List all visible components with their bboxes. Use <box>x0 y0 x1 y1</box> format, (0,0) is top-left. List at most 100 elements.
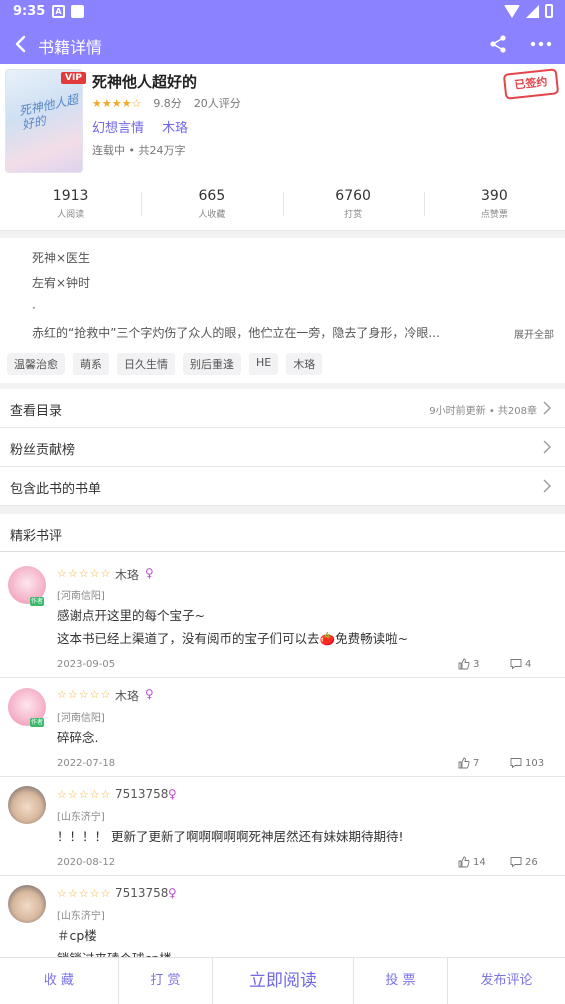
review-text: ！！！！ 更新了更新了啊啊啊啊啊死神居然还有妹妹期待期待! <box>57 825 404 848</box>
category-link[interactable]: 幻想言情 <box>92 121 144 136</box>
review-text: 碎碎念. <box>57 726 98 749</box>
menu-label: 粉丝贡献榜 <box>10 443 76 458</box>
expand-all-button[interactable]: 展开全部 <box>514 326 554 341</box>
level-badge: 作者 <box>30 718 44 727</box>
review-text: ＃cp楼 锁锁过来磕个球cp楼 <box>57 924 172 957</box>
rating-stars-icon: ★★★★☆ <box>92 96 142 110</box>
review-date: 2023-09-05 <box>57 659 116 670</box>
menu-extra: 9小时前更新 • 共208章 <box>429 406 537 417</box>
cover-title-art: 死神他人超好的 <box>17 92 80 133</box>
chevron-right-icon <box>543 401 551 415</box>
reviewer-location: [山东济宁] <box>57 812 105 823</box>
comment-button[interactable]: 4 <box>510 658 531 670</box>
back-arrow-icon[interactable] <box>10 33 32 55</box>
like-count: 3 <box>473 658 480 670</box>
read-now-button[interactable]: 立即阅读 <box>212 958 353 1004</box>
reviewer-location: [河南信阳] <box>57 591 105 602</box>
author-link[interactable]: 木珞 <box>162 121 188 136</box>
stat-votes: 390 点赞票 <box>423 182 565 230</box>
signal-icon <box>526 4 539 18</box>
book-meta-links: 幻想言情 木珞 <box>92 117 202 136</box>
post-comment-button[interactable]: 发布评论 <box>447 958 565 1004</box>
reviewer-name[interactable]: 7513758 <box>115 787 168 801</box>
female-icon: ♀ <box>168 787 177 801</box>
review-item[interactable]: 作者 ☆☆☆☆☆ 木珞 ♀ [河南信阳] 碎碎念. 2022-07-18 7 1… <box>0 678 565 777</box>
comment-count: 103 <box>525 757 545 769</box>
review-stars-icon: ☆☆☆☆☆ <box>57 788 112 801</box>
tag[interactable]: 温馨治愈 <box>7 353 65 375</box>
comment-icon <box>510 659 522 670</box>
avatar[interactable] <box>8 786 46 824</box>
tip-button[interactable]: 打 赏 <box>118 958 212 1004</box>
status-bar: 9:35 A <box>0 0 565 24</box>
reviewer-name[interactable]: 7513758 <box>115 886 168 900</box>
menu-row-booklists[interactable]: 包含此书的书单 <box>0 467 565 506</box>
menu-label: 查看目录 <box>10 404 63 419</box>
review-item[interactable]: ☆☆☆☆☆ 7513758 ♀ [山东济宁] ！！！！ 更新了更新了啊啊啊啊啊死… <box>0 777 565 876</box>
menu-row-catalog[interactable]: 查看目录 9小时前更新 • 共208章 <box>0 389 565 428</box>
book-status: 连载中 • 共24万字 <box>92 144 186 157</box>
tag[interactable]: HE <box>249 353 279 375</box>
stat-favorites: 665 人收藏 <box>141 182 282 230</box>
thumb-up-icon <box>458 856 470 868</box>
share-icon[interactable] <box>487 33 509 55</box>
comment-count: 26 <box>525 856 538 868</box>
stat-value: 1913 <box>52 188 89 204</box>
tag-list: 温馨治愈 萌系 日久生情 别后重逢 HE 木珞 <box>7 353 323 375</box>
bottom-action-bar: 收 藏 打 赏 立即阅读 投 票 发布评论 <box>0 957 565 1004</box>
review-line: 锁锁过来磕个球cp楼 <box>57 947 172 957</box>
like-button[interactable]: 3 <box>458 658 479 670</box>
comment-icon <box>510 857 522 868</box>
comment-button[interactable]: 103 <box>510 757 544 769</box>
description-line: 左宥×钟时 <box>32 276 91 290</box>
more-icon[interactable] <box>529 33 553 55</box>
status-time: 9:35 <box>13 4 46 19</box>
review-line: 碎碎念. <box>57 730 99 745</box>
section-divider <box>0 506 565 514</box>
wifi-icon <box>504 4 520 18</box>
stat-label: 打赏 <box>344 210 363 220</box>
vote-button[interactable]: 投 票 <box>353 958 447 1004</box>
review-date: 2020-08-12 <box>57 857 116 868</box>
stat-label: 点赞票 <box>480 210 508 220</box>
comment-button[interactable]: 26 <box>510 856 538 868</box>
signed-stamp: 已签约 <box>502 68 560 100</box>
menu-label: 包含此书的书单 <box>10 482 102 497</box>
like-button[interactable]: 7 <box>458 757 479 769</box>
tag[interactable]: 萌系 <box>73 353 109 375</box>
avatar[interactable] <box>8 885 46 923</box>
book-description[interactable]: 死神×医生 左宥×钟时 · 赤红的“抢救中”三个字灼伤了众人的眼，他伫立在一旁，… <box>32 248 482 348</box>
description-line: 赤红的“抢救中”三个字灼伤了众人的眼，他伫立在一旁，隐去了身形，冷眼... <box>32 326 440 340</box>
book-title: 死神他人超好的 <box>92 73 198 91</box>
notification-a-icon: A <box>52 5 65 18</box>
favorite-button[interactable]: 收 藏 <box>0 958 118 1004</box>
rating-score: 9.8分 <box>153 97 182 110</box>
level-badge: 作者 <box>30 597 44 606</box>
menu-row-fan-ranking[interactable]: 粉丝贡献榜 <box>0 428 565 467</box>
page-title: 书籍详情 <box>38 38 103 57</box>
review-item[interactable]: 作者 ☆☆☆☆☆ 木珞 ♀ [河南信阳] 感谢点开这里的每个宝子~ 这本书已经上… <box>0 552 565 678</box>
stat-value: 390 <box>481 188 508 204</box>
tag[interactable]: 别后重逢 <box>183 353 241 375</box>
review-date: 2022-07-18 <box>57 758 116 769</box>
review-line: 这本书已经上渠道了，没有阅币的宝子们可以去🍅免费畅读啦~ <box>57 631 409 646</box>
tag[interactable]: 日久生情 <box>117 353 175 375</box>
reviewer-name[interactable]: 木珞 <box>115 566 139 583</box>
like-button[interactable]: 14 <box>458 856 486 868</box>
thumb-up-icon <box>458 658 470 670</box>
review-stars-icon: ☆☆☆☆☆ <box>57 688 112 701</box>
reviewer-name[interactable]: 木珞 <box>115 687 139 704</box>
section-divider <box>0 230 565 238</box>
description-line: 死神×医生 <box>32 251 91 265</box>
comment-count: 4 <box>525 658 532 670</box>
tag[interactable]: 木珞 <box>286 353 323 375</box>
rating-count: 20人评分 <box>193 97 241 110</box>
comment-icon <box>510 758 522 769</box>
vip-badge: VIP <box>61 72 86 84</box>
reviewer-location: [河南信阳] <box>57 713 105 724</box>
review-line: 感谢点开这里的每个宝子~ <box>57 608 205 623</box>
review-item[interactable]: ☆☆☆☆☆ 7513758 ♀ [山东济宁] ＃cp楼 锁锁过来磕个球cp楼 <box>0 876 565 957</box>
notification-square-icon <box>71 5 84 18</box>
status-indicators <box>504 4 553 18</box>
book-cover[interactable]: 死神他人超好的 <box>5 69 83 173</box>
